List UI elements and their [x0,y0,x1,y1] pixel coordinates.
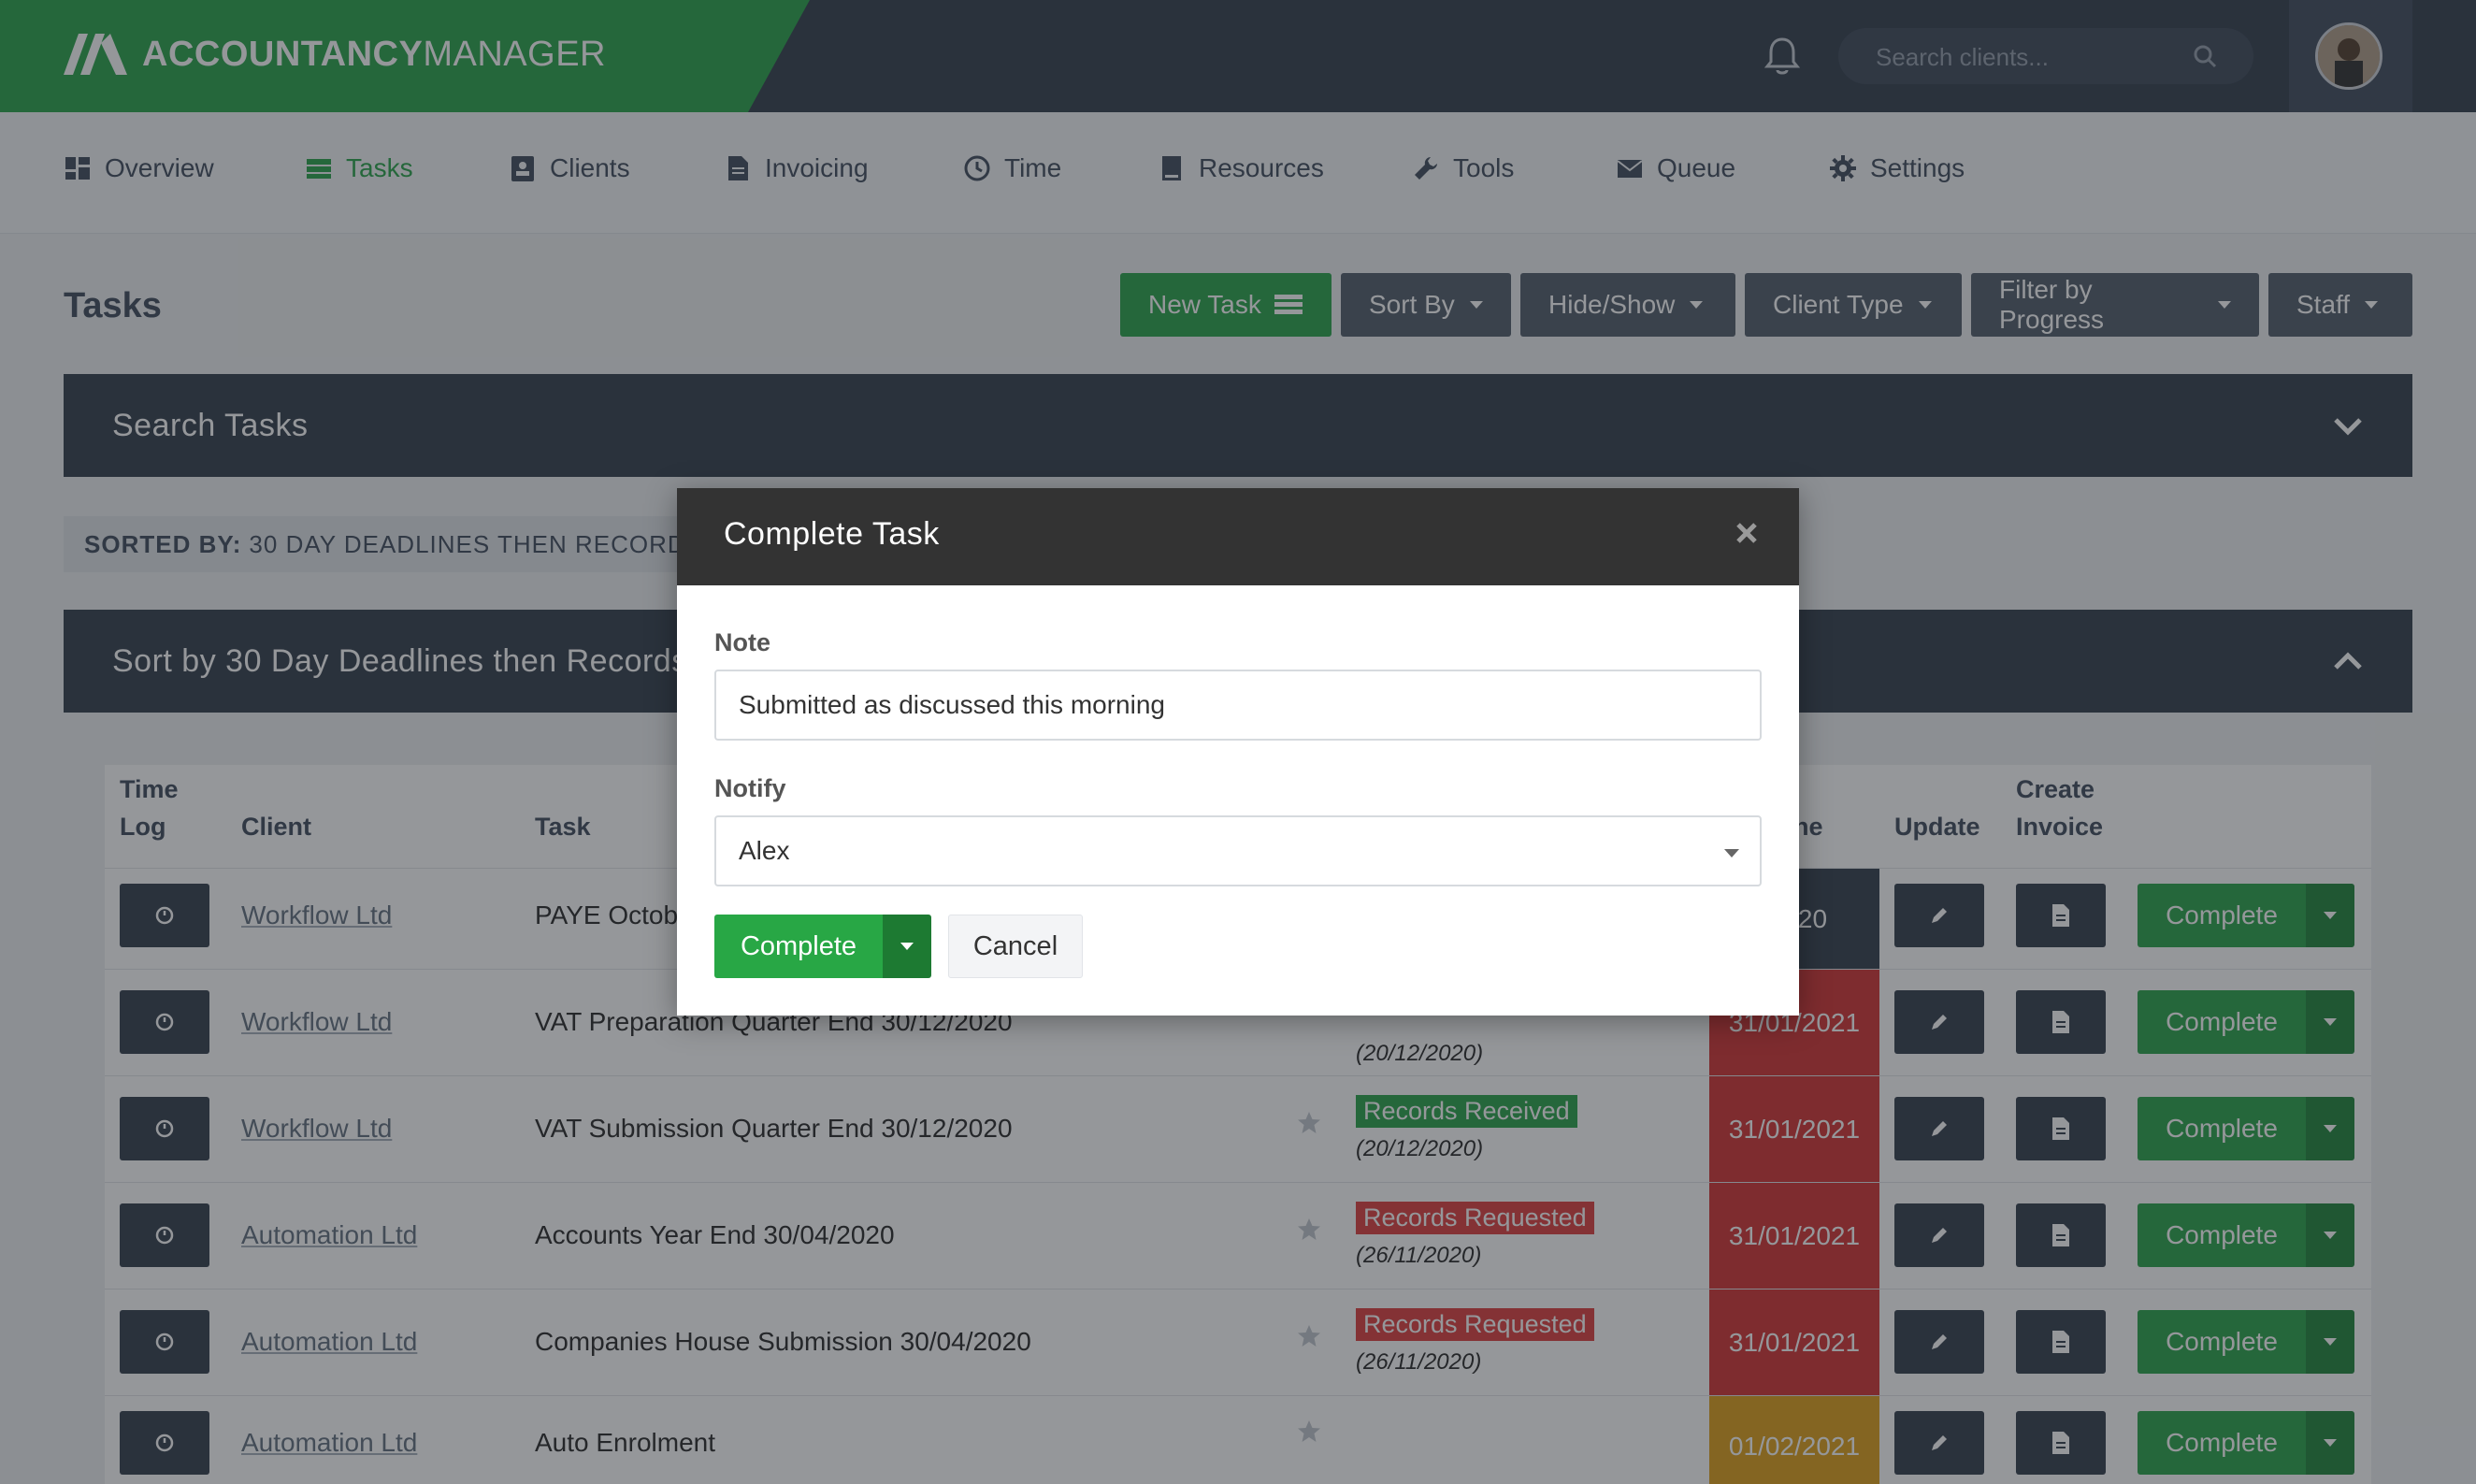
note-label: Note [714,628,770,656]
modal-complete-button[interactable]: Complete [714,915,883,978]
modal-header: Complete Task [677,488,1799,585]
modal-complete-split-button: Complete [714,915,931,978]
chevron-down-icon [1724,849,1739,857]
notify-label: Notify [714,774,786,802]
cancel-button[interactable]: Cancel [948,915,1083,978]
notify-select[interactable]: Alex [714,815,1762,886]
modal-complete-dropdown-toggle[interactable] [883,915,931,978]
notify-selected-value: Alex [739,836,790,865]
complete-task-modal: Complete Task Note Notify Alex Complete … [677,488,1799,1016]
chevron-down-icon [900,943,914,950]
close-icon[interactable] [1734,520,1760,546]
modal-title: Complete Task [724,516,940,552]
note-field[interactable] [714,670,1762,741]
